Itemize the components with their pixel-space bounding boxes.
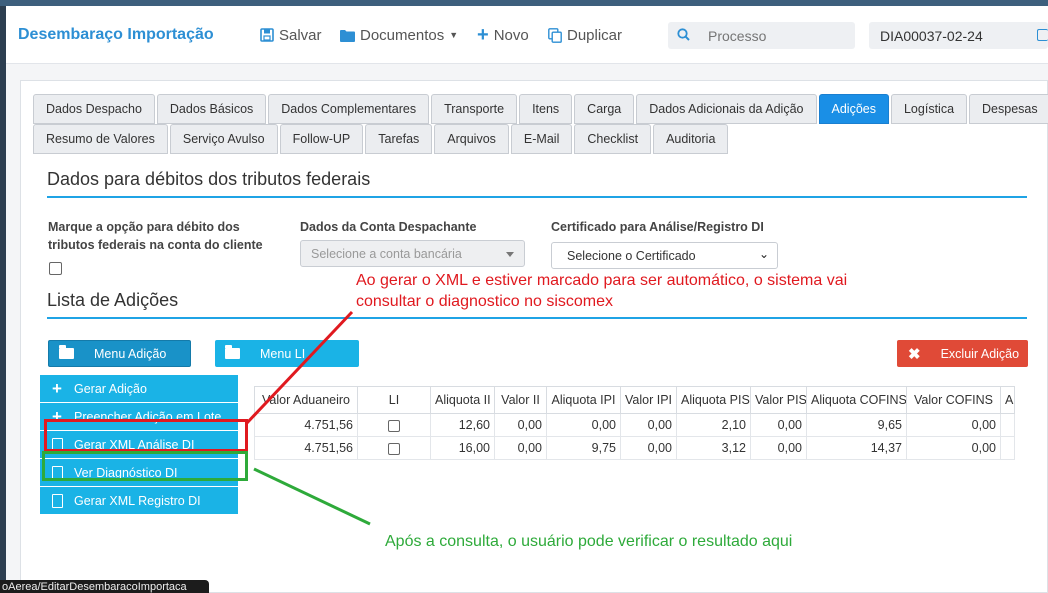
- status-url: oAerea/EditarDesembaracoImportaca: [0, 580, 209, 593]
- red-note-line1: Ao gerar o XML e estiver marcado para se…: [356, 272, 848, 289]
- red-note-line2: consultar o diagnostico no siscomex: [356, 293, 614, 310]
- red-arrow-line: [244, 310, 354, 426]
- app-window: Desembaraço Importação Salvar Documentos…: [6, 6, 1048, 593]
- green-annotation-note: Após a consulta, o usuário pode verifica…: [385, 533, 793, 550]
- green-arrow-line: [253, 467, 371, 526]
- red-annotation-note: Ao gerar o XML e estiver marcado para se…: [356, 270, 847, 312]
